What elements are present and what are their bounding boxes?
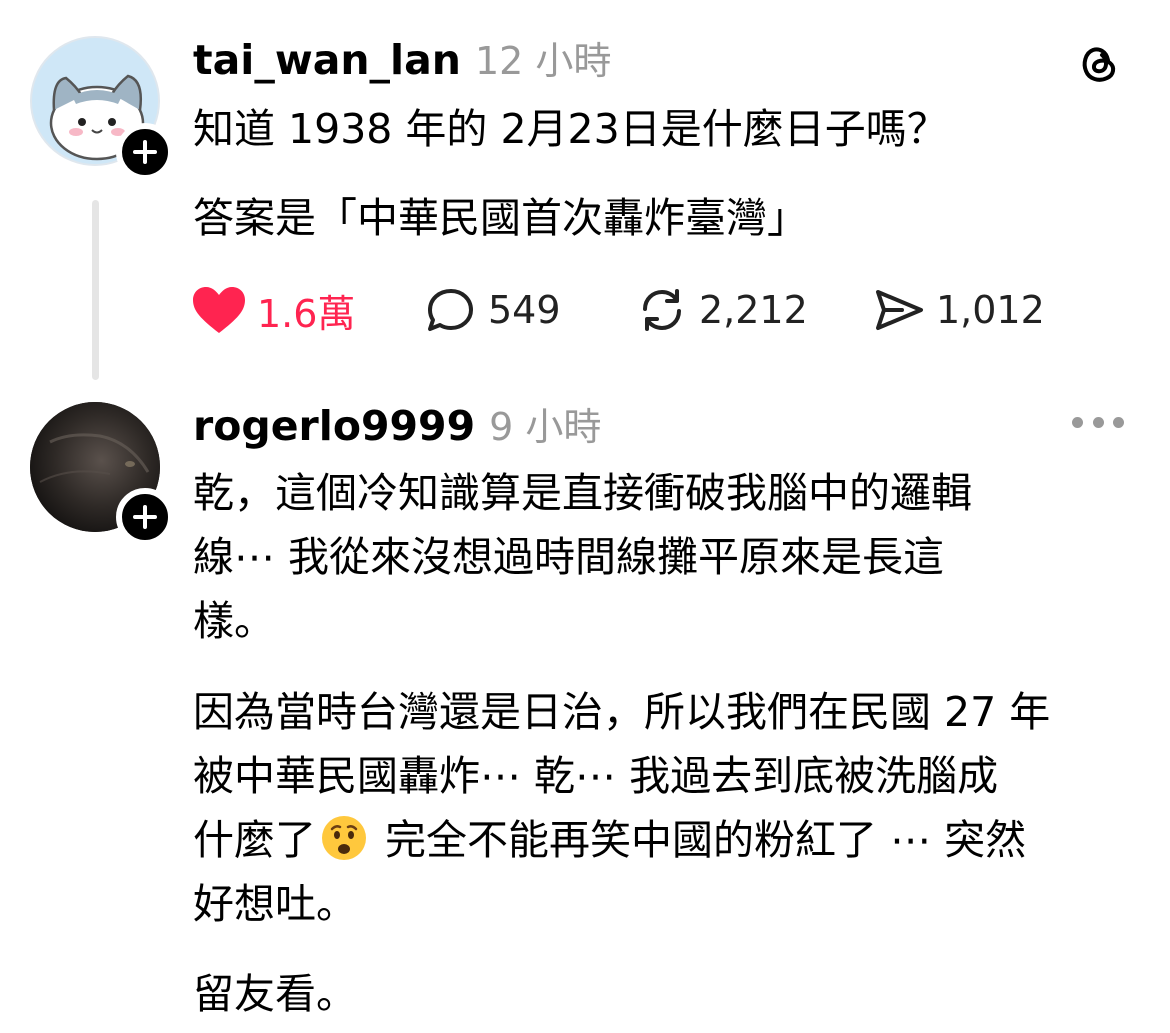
like-button[interactable]: 1.6萬 (191, 278, 355, 342)
heart-icon (193, 287, 245, 333)
reply-text-line: 留友看。 (193, 970, 357, 1018)
follow-button[interactable] (116, 488, 174, 546)
follow-button[interactable] (116, 123, 174, 181)
username[interactable]: rogerlo9999 (193, 402, 475, 450)
reply-text-line: 好想吐。 (193, 880, 357, 928)
username[interactable]: tai_wan_lan (193, 36, 461, 84)
share-count: 1,012 (936, 288, 1045, 332)
repost-count: 2,212 (699, 288, 808, 332)
threads-logo-icon[interactable] (1075, 38, 1123, 86)
post-header: tai_wan_lan 12 小時 (193, 30, 611, 85)
post-time: 12 小時 (474, 39, 612, 83)
thread-view: tai_wan_lan 12 小時 知道 1938 年的 2月23日是什麼日子嗎… (0, 0, 1170, 1033)
reply-time: 9 小時 (489, 405, 602, 449)
post-actions: 1.6萬 549 2,212 1,012 (191, 278, 1091, 342)
reply-text-line: 因為當時台灣還是日治，所以我們在民國 27 年 (193, 688, 1051, 736)
share-icon (876, 290, 923, 330)
more-icon[interactable] (1072, 412, 1124, 432)
thread-connector-line (92, 200, 99, 380)
like-count: 1.6萬 (257, 291, 356, 336)
reply-text-line: 樣。 (193, 597, 275, 645)
reply-text-line: 什麼了 完全不能再笑中國的粉紅了 ⋯ 突然 (193, 808, 1026, 872)
reply-button[interactable]: 549 (424, 278, 561, 342)
repost-icon (643, 289, 681, 331)
share-button[interactable]: 1,012 (872, 278, 1045, 342)
plus-icon (133, 505, 157, 529)
reply-header: rogerlo9999 9 小時 (193, 396, 601, 451)
post-text-line: 答案是「中華民國首次轟炸臺灣」 (193, 194, 808, 242)
repost-button[interactable]: 2,212 (635, 278, 808, 342)
post-text-line: 知道 1938 年的 2月23日是什麼日子嗎？ (193, 105, 948, 153)
reply-text-segment: 什麼了 (193, 816, 316, 864)
worried-face-emoji (322, 816, 366, 860)
reply-icon (428, 289, 473, 331)
plus-icon (133, 140, 157, 164)
reply-text-segment: 完全不能再笑中國的粉紅了 ⋯ 突然 (372, 816, 1027, 864)
reply-count: 549 (488, 288, 561, 332)
reply-text-line: 線⋯ 我從來沒想過時間線攤平原來是長這 (193, 533, 945, 581)
reply-text-line: 被中華民國轟炸⋯ 乾⋯ 我過去到底被洗腦成 (193, 752, 999, 800)
reply-text-line: 乾，這個冷知識算是直接衝破我腦中的邏輯 (193, 469, 972, 517)
